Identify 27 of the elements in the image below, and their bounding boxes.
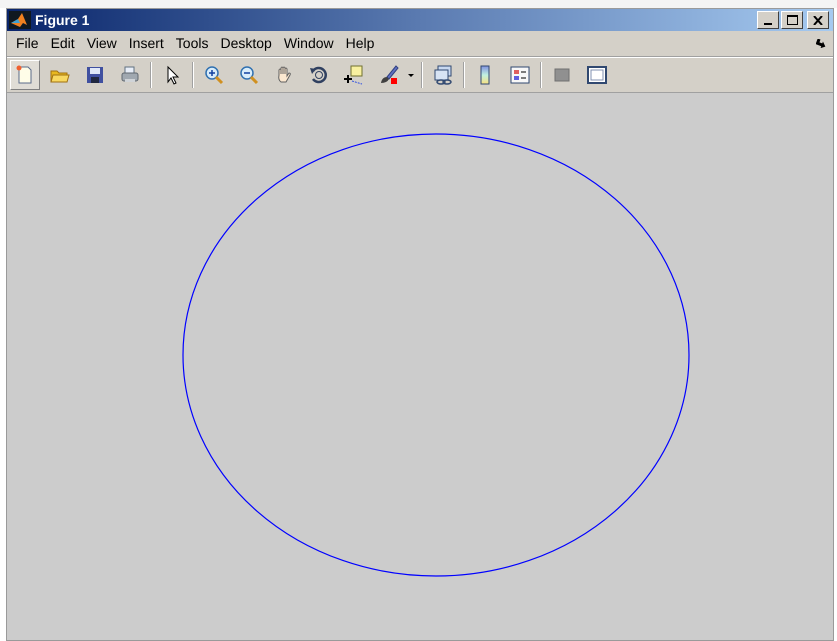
minimize-button[interactable] (757, 11, 779, 29)
close-button[interactable] (807, 11, 829, 29)
menu-item[interactable]: View (80, 33, 123, 54)
legend-icon (510, 65, 530, 85)
linked-windows-icon (433, 65, 453, 85)
menu-item[interactable]: Insert (122, 33, 170, 54)
data-cursor-icon (344, 65, 364, 85)
app-logo-icon (9, 11, 31, 29)
dock-arrow-icon[interactable] (816, 39, 827, 48)
maximize-button[interactable] (781, 11, 803, 29)
framed-panel-icon (587, 65, 607, 85)
menu-item[interactable]: Desktop (214, 33, 278, 54)
zoom-out-icon (239, 65, 259, 85)
minimize-icon (764, 23, 772, 25)
printer-icon (120, 65, 140, 85)
zoom-in-icon (204, 65, 224, 85)
menu-item[interactable]: Edit (44, 33, 81, 54)
brush-icon (379, 65, 399, 85)
menu-item[interactable]: Tools (170, 33, 214, 54)
window-title: Figure 1 (35, 10, 90, 30)
rotate-icon (309, 65, 329, 85)
menu-item[interactable]: Window (278, 33, 340, 54)
close-icon (813, 16, 823, 24)
maximize-icon (786, 15, 798, 25)
caret-icon (408, 74, 414, 76)
menu-item[interactable]: File (10, 33, 45, 54)
menu-item[interactable]: Help (340, 33, 380, 54)
